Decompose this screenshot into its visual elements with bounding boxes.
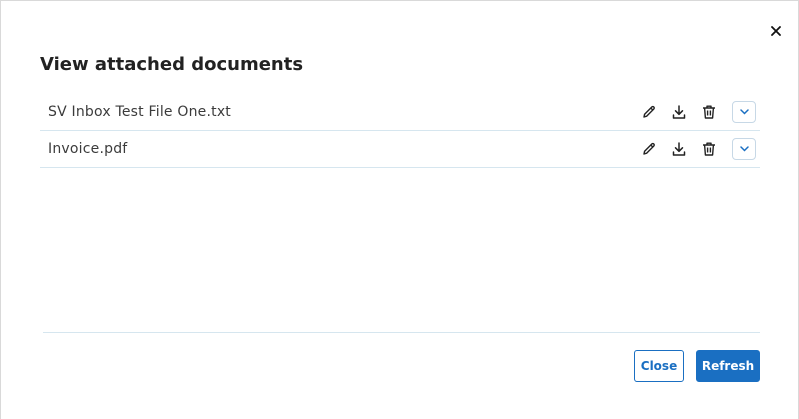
- refresh-button[interactable]: Refresh: [696, 350, 760, 382]
- delete-icon[interactable]: [700, 103, 718, 121]
- edit-icon[interactable]: [640, 103, 658, 121]
- document-name: SV Inbox Test File One.txt: [48, 104, 231, 120]
- close-button[interactable]: Close: [634, 350, 684, 382]
- download-icon[interactable]: [670, 140, 688, 158]
- row-actions: [640, 131, 756, 167]
- document-name: Invoice.pdf: [48, 141, 128, 157]
- close-icon[interactable]: [768, 23, 784, 39]
- chevron-down-icon: [739, 146, 749, 152]
- chevron-down-icon: [739, 109, 749, 115]
- expand-button[interactable]: [732, 101, 756, 123]
- delete-icon[interactable]: [700, 140, 718, 158]
- row-actions: [640, 94, 756, 130]
- dialog-title: View attached documents: [40, 54, 304, 75]
- footer-divider: [43, 332, 760, 333]
- edit-icon[interactable]: [640, 140, 658, 158]
- document-list: SV Inbox Test File One.txt Invoice.pdf: [40, 94, 760, 168]
- attached-documents-dialog: View attached documents SV Inbox Test Fi…: [0, 0, 799, 419]
- expand-button[interactable]: [732, 138, 756, 160]
- download-icon[interactable]: [670, 103, 688, 121]
- document-row: Invoice.pdf: [40, 131, 760, 168]
- document-row: SV Inbox Test File One.txt: [40, 94, 760, 131]
